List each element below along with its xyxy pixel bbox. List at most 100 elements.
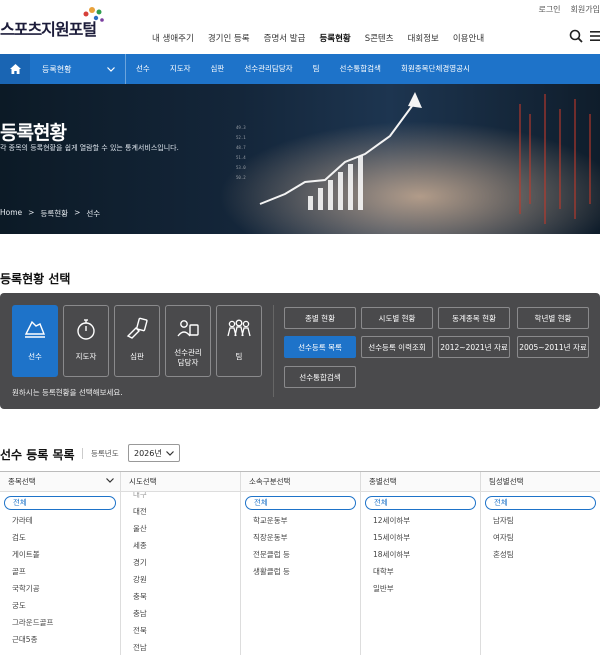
- sub-link-team[interactable]: 팀: [303, 54, 330, 84]
- signup-link[interactable]: 회원가입: [571, 4, 600, 15]
- category-label: 선수: [28, 352, 42, 361]
- filter-option[interactable]: 남자팀: [481, 512, 600, 529]
- region-scroll-list[interactable]: 대구 대전 울산 세종 경기 강원 충북 충남 전북 전남: [121, 486, 240, 655]
- stopwatch-icon: [77, 319, 95, 340]
- filter-option-selected[interactable]: 전체: [4, 496, 116, 510]
- selection-hint: 원하시는 등록현황을 선택해보세요.: [12, 388, 123, 397]
- hero-chart-illustration: 49.3 52.1 48.7 51.4 53.0 50.2: [200, 84, 600, 234]
- option-2012-2021[interactable]: 2012~2021년 자료: [438, 336, 510, 358]
- category-team[interactable]: 팀: [216, 305, 262, 377]
- login-link[interactable]: 로그인: [538, 4, 560, 15]
- filter-option[interactable]: 강원: [121, 571, 240, 588]
- selection-title: 등록현황 선택: [0, 272, 71, 286]
- filter-option[interactable]: 직장운동부: [241, 529, 360, 546]
- site-header: 스포츠지원포털 로그인 회원가입 내 생애주기 경기인 등록 증명서 발급 등록…: [0, 0, 600, 54]
- filter-option[interactable]: 18세이하부: [361, 546, 480, 563]
- hamburger-menu-icon[interactable]: [590, 30, 600, 42]
- filter-option[interactable]: 혼성팀: [481, 546, 600, 563]
- filter-option-selected[interactable]: 전체: [245, 496, 356, 510]
- section-select-label: 등록현황: [42, 64, 72, 74]
- search-icon[interactable]: [569, 29, 583, 43]
- filter-header[interactable]: 팀성별선택: [481, 472, 600, 492]
- filter-option[interactable]: 국학기공: [0, 580, 120, 597]
- category-athlete[interactable]: 선수: [12, 305, 58, 377]
- nav-registration[interactable]: 경기인 등록: [201, 32, 257, 46]
- filter-option[interactable]: 게이트볼: [0, 546, 120, 563]
- filter-option[interactable]: 세종: [121, 537, 240, 554]
- filter-sport: 종목선택 전체 가라테 검도 게이트볼 골프 국학기공 궁도 그라운드골프 근대…: [0, 472, 121, 655]
- svg-text:50.2: 50.2: [236, 175, 246, 180]
- filter-option[interactable]: 그라운드골프: [0, 614, 120, 631]
- filter-header[interactable]: 소속구분선택: [241, 472, 360, 492]
- breadcrumb-current: 선수: [86, 209, 101, 218]
- sub-link-manager[interactable]: 선수관리담당자: [234, 54, 302, 84]
- filter-option[interactable]: 12세이하부: [361, 512, 480, 529]
- section-select[interactable]: 등록현황: [30, 54, 126, 84]
- whistle-card-icon: [126, 317, 148, 339]
- svg-text:49.3: 49.3: [236, 125, 246, 130]
- nav-certificate[interactable]: 증명서 발급: [257, 32, 313, 46]
- filter-header-label: 소속구분선택: [249, 477, 291, 486]
- option-2005-2011[interactable]: 2005~2011년 자료: [517, 336, 589, 358]
- option-history-lookup[interactable]: 선수등록 이력조회: [361, 336, 433, 358]
- sub-link-disclosure[interactable]: 회원종목단체경영공시: [391, 54, 480, 84]
- breadcrumb: Home > 등록현황 > 선수: [0, 208, 100, 219]
- year-select[interactable]: 2026년: [128, 444, 180, 462]
- sub-link-athlete[interactable]: 선수: [126, 54, 160, 84]
- breadcrumb-status[interactable]: 등록현황: [40, 208, 68, 219]
- filter-option[interactable]: 가라테: [0, 512, 120, 529]
- filter-option[interactable]: 골프: [0, 563, 120, 580]
- home-button[interactable]: [0, 54, 30, 84]
- nav-guide[interactable]: 이용안내: [446, 32, 491, 46]
- svg-text:48.7: 48.7: [236, 145, 246, 150]
- filter-option-selected[interactable]: 전체: [365, 496, 476, 510]
- filter-option[interactable]: 경기: [121, 554, 240, 571]
- filter-option[interactable]: 근대5종: [0, 631, 120, 648]
- sub-link-integrated-search[interactable]: 선수통합검색: [330, 54, 391, 84]
- filter-option[interactable]: 충남: [121, 605, 240, 622]
- filter-option[interactable]: 생활클럽 등: [241, 563, 360, 580]
- filter-option[interactable]: 전문클럽 등: [241, 546, 360, 563]
- sub-navigation-bar: 등록현황 선수 지도자 심판 선수관리담당자 팀 선수통합검색 회원종목단체경영…: [0, 54, 600, 84]
- filter-option-selected[interactable]: 전체: [485, 496, 596, 510]
- filter-option[interactable]: 여자팀: [481, 529, 600, 546]
- filter-option[interactable]: 검도: [0, 529, 120, 546]
- filter-option[interactable]: 궁도: [0, 597, 120, 614]
- nav-lifecycle[interactable]: 내 생애주기: [145, 32, 201, 46]
- breadcrumb-separator: >: [74, 208, 81, 217]
- option-winter-status[interactable]: 동계종목 현황: [438, 307, 510, 329]
- sub-link-coach[interactable]: 지도자: [160, 54, 201, 84]
- filter-option[interactable]: 충북: [121, 588, 240, 605]
- chevron-down-icon: [106, 478, 114, 483]
- chevron-down-icon: [166, 450, 174, 456]
- option-athlete-list[interactable]: 선수등록 목록: [284, 336, 356, 358]
- category-coach[interactable]: 지도자: [63, 305, 109, 377]
- category-manager[interactable]: 선수관리 담당자: [165, 305, 211, 377]
- nav-status[interactable]: 등록현황: [312, 32, 357, 46]
- filter-option[interactable]: 전북: [121, 622, 240, 639]
- filter-header[interactable]: 종목선택: [0, 472, 120, 492]
- sub-link-referee[interactable]: 심판: [201, 54, 235, 84]
- nav-competition[interactable]: 대회정보: [401, 32, 446, 46]
- home-icon: [9, 64, 21, 74]
- main-nav: 내 생애주기 경기인 등록 증명서 발급 등록현황 S콘텐츠 대회정보 이용안내: [145, 32, 491, 46]
- filter-option[interactable]: 울산: [121, 520, 240, 537]
- option-grade-status[interactable]: 학년별 현황: [517, 307, 589, 329]
- filter-option[interactable]: 15세이하부: [361, 529, 480, 546]
- filter-option[interactable]: 대학부: [361, 563, 480, 580]
- filter-header[interactable]: 시도선택: [121, 472, 240, 492]
- filter-option[interactable]: 학교운동부: [241, 512, 360, 529]
- option-type-status[interactable]: 종별 현황: [284, 307, 356, 329]
- filter-header[interactable]: 종별선택: [361, 472, 480, 492]
- option-region-status[interactable]: 시도별 현황: [361, 307, 433, 329]
- nav-s-content[interactable]: S콘텐츠: [358, 32, 401, 46]
- filter-option[interactable]: 전남: [121, 639, 240, 655]
- option-integrated-search[interactable]: 선수통합검색: [284, 366, 356, 388]
- sub-links: 선수 지도자 심판 선수관리담당자 팀 선수통합검색 회원종목단체경영공시: [126, 54, 480, 84]
- filter-option[interactable]: 대전: [121, 503, 240, 520]
- breadcrumb-home[interactable]: Home: [0, 208, 22, 219]
- category-referee[interactable]: 심판: [114, 305, 160, 377]
- site-logo[interactable]: 스포츠지원포털: [0, 7, 104, 40]
- category-label: 심판: [130, 352, 144, 361]
- filter-option[interactable]: 일반부: [361, 580, 480, 597]
